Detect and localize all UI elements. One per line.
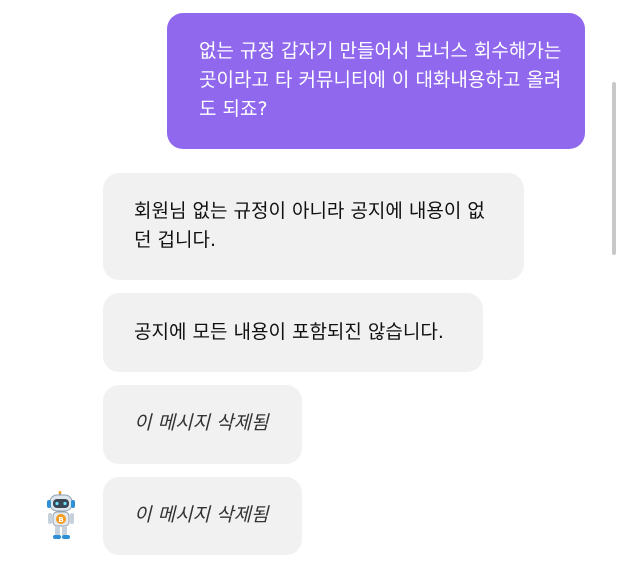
- incoming-message[interactable]: 회원님 없는 규정이 아니라 공지에 내용이 없던 겁니다.: [103, 173, 524, 280]
- avatar-badge: B: [58, 516, 63, 524]
- outgoing-message[interactable]: 없는 규정 갑자기 만들어서 보너스 회수해가는 곳이라고 타 커뮤니티에 이 …: [167, 13, 585, 149]
- scrollbar[interactable]: [612, 82, 616, 255]
- chat-window: 없는 규정 갑자기 만들어서 보너스 회수해가는 곳이라고 타 커뮤니티에 이 …: [0, 0, 618, 572]
- message-text: 회원님 없는 규정이 아니라 공지에 내용이 없던 겁니다.: [134, 200, 485, 251]
- message-text: 없는 규정 갑자기 만들어서 보너스 회수해가는 곳이라고 타 커뮤니티에 이 …: [199, 40, 562, 120]
- deleted-message[interactable]: 이 메시지 삭제됨: [103, 477, 302, 555]
- agent-avatar[interactable]: B: [44, 491, 80, 541]
- message-text: 공지에 모든 내용이 포함되진 않습니다.: [134, 321, 444, 343]
- incoming-message[interactable]: 공지에 모든 내용이 포함되진 않습니다.: [103, 293, 483, 372]
- deleted-message-text: 이 메시지 삭제됨: [134, 412, 269, 434]
- robot-icon: B: [47, 491, 75, 539]
- deleted-message-text: 이 메시지 삭제됨: [134, 504, 269, 526]
- deleted-message[interactable]: 이 메시지 삭제됨: [103, 385, 302, 464]
